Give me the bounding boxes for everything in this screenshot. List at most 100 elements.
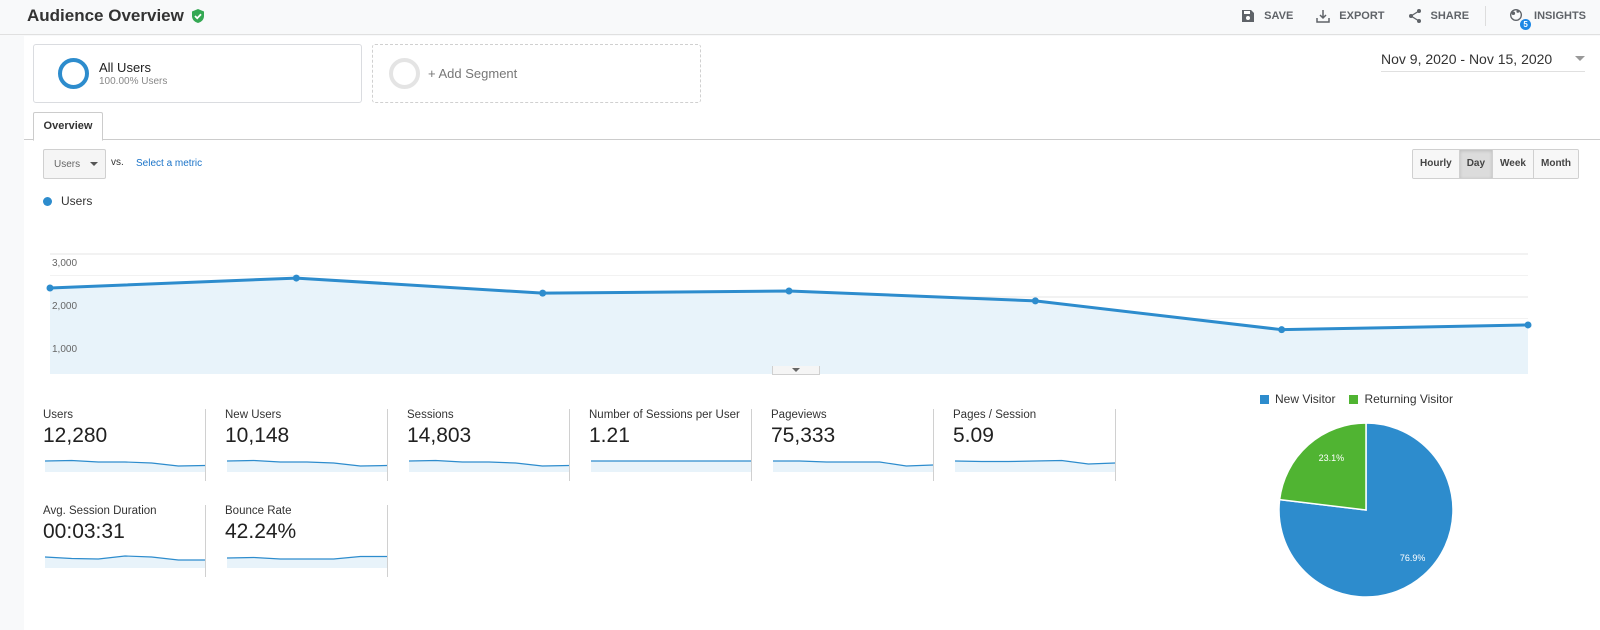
insights-button[interactable]: 5 INSIGHTS: [1508, 7, 1586, 30]
share-button[interactable]: SHARE: [1407, 8, 1470, 24]
visitor-type-pie-chart: 76.9% 23.1%: [1278, 422, 1454, 598]
report-actions: SAVE EXPORT SHARE 5 INSIGHTS: [1218, 6, 1586, 30]
chevron-down-icon: [792, 368, 800, 372]
new-visitor-label: New Visitor: [1275, 392, 1336, 406]
metric-tile[interactable]: Pages / Session 5.09: [934, 409, 1116, 481]
data-point: [46, 284, 54, 292]
metric-value: 75,333: [771, 424, 836, 447]
metric-dropdown-value: Users: [54, 158, 81, 170]
returning-visitor-label: Returning Visitor: [1364, 392, 1453, 406]
verified-shield-icon: [191, 9, 204, 23]
granularity-month[interactable]: Month: [1533, 150, 1578, 178]
collapse-chart-handle[interactable]: [772, 366, 820, 375]
segment-ring-icon: [58, 58, 89, 89]
metric-sparkline: [227, 555, 387, 568]
data-point: [785, 287, 793, 295]
select-metric-link[interactable]: Select a metric: [136, 158, 202, 169]
metric-value: 1.21: [589, 424, 630, 447]
add-segment-label: + Add Segment: [428, 66, 518, 81]
data-point: [1524, 321, 1532, 329]
metric-value: 10,148: [225, 424, 290, 447]
data-point: [1031, 297, 1039, 305]
insights-label: INSIGHTS: [1534, 10, 1586, 22]
metric-tile[interactable]: Number of Sessions per User 1.21: [570, 409, 752, 481]
share-label: SHARE: [1430, 10, 1470, 22]
export-button[interactable]: EXPORT: [1315, 8, 1385, 24]
granularity-toggle: Hourly Day Week Month: [1412, 149, 1579, 179]
pie-legend: New Visitor Returning Visitor: [1260, 392, 1453, 406]
pie-slice[interactable]: [1278, 422, 1367, 511]
new-visitor-swatch: [1260, 394, 1269, 404]
segment-share: 100.00% Users: [99, 76, 168, 87]
export-icon: [1316, 10, 1331, 23]
metric-tile[interactable]: Avg. Session Duration 00:03:31: [24, 505, 206, 577]
sparkline-area: [955, 460, 1115, 472]
metric-sparkline: [227, 459, 388, 472]
save-icon: [1242, 10, 1255, 22]
metric-value: 12,280: [43, 424, 108, 447]
export-label: EXPORT: [1339, 10, 1385, 22]
chevron-down-icon: [90, 162, 99, 166]
metric-sparkline: [773, 460, 934, 472]
metric-sparkline: [955, 459, 1116, 472]
metric-sparkline: [409, 459, 570, 472]
y-tick-label: 2,000: [52, 301, 77, 312]
add-segment-button[interactable]: + Add Segment: [372, 44, 701, 103]
y-tick-label: 1,000: [52, 344, 77, 355]
metric-label: Sessions: [407, 409, 454, 421]
metric-tile[interactable]: Users 12,280: [24, 409, 206, 481]
metric-label: Number of Sessions per User: [589, 409, 740, 421]
insights-badge: 5: [1520, 19, 1532, 30]
metric-sparkline: [591, 460, 751, 472]
sparkline-area: [591, 461, 751, 472]
pie-slice-label: 76.9%: [1400, 553, 1426, 563]
metric-label: Pageviews: [771, 409, 827, 421]
legend-dot-icon: [43, 196, 52, 206]
date-range-picker[interactable]: Nov 9, 2020 - Nov 15, 2020: [1381, 46, 1585, 72]
pie-legend-new-visitor[interactable]: New Visitor: [1260, 392, 1335, 406]
pie-legend-returning-visitor[interactable]: Returning Visitor: [1349, 392, 1453, 406]
sparkline-area: [227, 556, 387, 568]
metric-dropdown[interactable]: Users: [43, 149, 106, 179]
page-title-text: Audience Overview: [27, 6, 184, 25]
metric-tile[interactable]: Bounce Rate 42.24%: [206, 505, 388, 577]
metric-value: 42.24%: [225, 520, 297, 543]
save-button[interactable]: SAVE: [1240, 8, 1293, 24]
tab-overview[interactable]: Overview: [33, 112, 103, 141]
share-icon: [1408, 9, 1421, 23]
top-bar: Audience Overview SAVE EXPORT SHARE 5 IN…: [0, 0, 1600, 35]
action-divider: [1485, 6, 1487, 26]
metric-tile[interactable]: Pageviews 75,333: [752, 409, 934, 481]
y-tick-label: 3,000: [52, 258, 77, 269]
metric-sparkline: [45, 555, 205, 568]
data-point: [1278, 326, 1286, 334]
metric-sparkline: [45, 459, 206, 472]
report-body: All Users 100.00% Users + Add Segment No…: [24, 36, 1600, 630]
tab-bar-divider: [24, 139, 1600, 140]
metric-value: 5.09: [953, 424, 994, 447]
granularity-week[interactable]: Week: [1492, 150, 1533, 178]
returning-visitor-swatch: [1349, 394, 1359, 404]
metric-tile[interactable]: Sessions 14,803: [388, 409, 570, 481]
metric-label: Users: [43, 409, 74, 421]
date-range-text: Nov 9, 2020 - Nov 15, 2020: [1381, 50, 1553, 67]
metric-label: Avg. Session Duration: [43, 505, 157, 517]
empty-segment-ring-icon: [389, 58, 420, 89]
segment-name: All Users: [99, 60, 152, 75]
segment-all-users[interactable]: All Users 100.00% Users: [33, 44, 362, 103]
metric-label: Bounce Rate: [225, 505, 292, 517]
pie-slice-label: 23.1%: [1319, 453, 1345, 463]
granularity-day[interactable]: Day: [1458, 150, 1493, 178]
granularity-hourly[interactable]: Hourly: [1413, 150, 1459, 178]
metric-label: Pages / Session: [953, 409, 1037, 421]
chevron-down-icon: [1575, 56, 1585, 61]
metric-label: New Users: [225, 409, 282, 421]
save-label: SAVE: [1264, 10, 1294, 22]
metric-value: 14,803: [407, 424, 472, 447]
data-point: [292, 274, 300, 282]
metric-tile[interactable]: New Users 10,148: [206, 409, 388, 481]
metric-value: 00:03:31: [43, 520, 125, 543]
data-point: [539, 289, 547, 297]
users-line-chart: 1,0002,0003,000...Nov 10Nov 11Nov 12Nov …: [46, 253, 1532, 374]
vs-label: vs.: [111, 157, 124, 168]
